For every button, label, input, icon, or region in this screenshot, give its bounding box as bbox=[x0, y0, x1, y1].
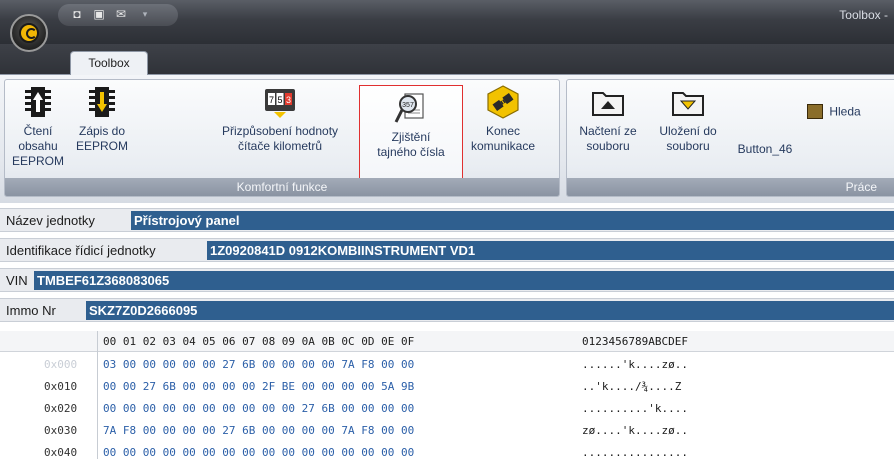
write-eeprom-button[interactable]: Zápis do EEPROM bbox=[71, 84, 133, 174]
chip-read-icon bbox=[25, 87, 51, 117]
hex-viewer[interactable]: 00 01 02 03 04 05 06 07 08 09 0A 0B 0C 0… bbox=[0, 331, 894, 459]
immo-row: Immo Nr SKZ7Z0D2666095 bbox=[0, 298, 894, 322]
hex-header-bytes: 00 01 02 03 04 05 06 07 08 09 0A 0B 0C 0… bbox=[103, 335, 415, 348]
window-title: Toolbox - bbox=[839, 8, 888, 22]
hex-row-bytes[interactable]: 7A F8 00 00 00 00 27 6B 00 00 00 00 7A F… bbox=[103, 424, 414, 437]
load-from-file-label-1: Načtení ze bbox=[579, 124, 637, 138]
svg-text:5: 5 bbox=[277, 95, 282, 105]
svg-text:3: 3 bbox=[286, 95, 291, 105]
ecu-id-row: Identifikace řídicí jednotky 1Z0920841D … bbox=[0, 238, 894, 262]
mail-icon[interactable]: ✉ bbox=[114, 8, 128, 21]
write-eeprom-label-2: EEPROM bbox=[75, 139, 128, 153]
group-komfortni-funkce: Čtení obsahu EEPROM Zápis do EEPROM 7 5 … bbox=[4, 79, 560, 197]
search-button[interactable]: Hleda bbox=[807, 104, 894, 124]
odometer-icon: 7 5 3 bbox=[265, 89, 295, 118]
folder-open-icon bbox=[592, 92, 624, 116]
hex-row-address: 0x020 bbox=[44, 402, 78, 415]
button-46-label: Button_46 bbox=[737, 142, 793, 156]
read-eeprom-button[interactable]: Čtení obsahu EEPROM bbox=[7, 84, 69, 174]
search-label: Hleda bbox=[829, 104, 861, 119]
svg-text:357: 357 bbox=[402, 102, 414, 109]
ecu-id-value: 1Z0920841D 0912KOMBIINSTRUMENT VD1 bbox=[207, 241, 894, 260]
vin-value: TMBEF61Z368083065 bbox=[34, 271, 894, 290]
group-label-prace: Práce bbox=[567, 178, 894, 196]
unit-name-row: Název jednotky Přístrojový panel bbox=[0, 208, 894, 232]
immo-value: SKZ7Z0D2666095 bbox=[86, 301, 894, 320]
chip-write-icon bbox=[89, 87, 115, 117]
find-secret-number-button[interactable]: 357 Zjištění tajného čísla bbox=[359, 85, 463, 179]
hex-row-address: 0x010 bbox=[44, 380, 78, 393]
read-eeprom-label-2: EEPROM bbox=[11, 154, 64, 168]
read-eeprom-label-1: Čtení obsahu bbox=[18, 124, 58, 153]
adjust-odometer-label-2: čítače kilometrů bbox=[237, 139, 323, 153]
save-to-file-button[interactable]: Uložení do souboru bbox=[649, 84, 727, 174]
app-logo-icon bbox=[19, 23, 39, 43]
hex-row-address: 0x040 bbox=[44, 446, 78, 459]
load-from-file-label-2: souboru bbox=[586, 139, 630, 153]
application-menu-button[interactable] bbox=[10, 14, 48, 52]
tab-toolbox[interactable]: Toolbox bbox=[70, 51, 148, 75]
group-prace: Načtení ze souboru Uložení do souboru Bu… bbox=[566, 79, 894, 197]
camera-icon[interactable]: ◘ bbox=[70, 8, 84, 21]
end-communication-label-2: komunikace bbox=[470, 139, 536, 153]
disconnect-icon bbox=[487, 85, 519, 119]
adjust-odometer-button[interactable]: 7 5 3 Přizpůsobení hodnoty čítače kilome… bbox=[205, 84, 355, 174]
binoculars-icon bbox=[807, 104, 823, 120]
hex-row-ascii: zø....'k....zø.. bbox=[582, 424, 688, 437]
ribbon: Čtení obsahu EEPROM Zápis do EEPROM 7 5 … bbox=[0, 74, 894, 203]
hex-row-ascii: ..'k..../¾....Z bbox=[582, 380, 682, 393]
hex-row-ascii: ..........'k.... bbox=[582, 402, 688, 415]
find-secret-number-label-1: Zjištění bbox=[391, 130, 431, 144]
unit-name-label: Název jednotky bbox=[6, 213, 95, 228]
vin-label: VIN bbox=[6, 273, 28, 288]
immo-label: Immo Nr bbox=[6, 303, 56, 318]
hex-row-address: 0x030 bbox=[44, 424, 78, 437]
hex-row-bytes[interactable]: 00 00 00 00 00 00 00 00 00 00 27 6B 00 0… bbox=[103, 402, 414, 415]
svg-text:7: 7 bbox=[269, 95, 274, 105]
hex-row-ascii: ................ bbox=[582, 446, 688, 459]
group-label-komfortni-funkce: Komfortní funkce bbox=[5, 178, 559, 196]
save-disk-icon[interactable]: ▣ bbox=[92, 8, 106, 21]
customize-toolbar-icon[interactable]: ▾ bbox=[138, 8, 152, 21]
folder-save-icon bbox=[672, 92, 704, 116]
hex-row-ascii: ......'k....zø.. bbox=[582, 358, 688, 371]
hex-address-separator bbox=[97, 331, 98, 459]
hex-row-bytes[interactable]: 00 00 27 6B 00 00 00 00 2F BE 00 00 00 0… bbox=[103, 380, 414, 393]
end-communication-label-1: Konec bbox=[485, 124, 521, 138]
save-to-file-label-2: souboru bbox=[666, 139, 710, 153]
hex-header-ascii: 0123456789ABCDEF bbox=[582, 335, 688, 348]
quick-access-toolbar: ◘ ▣ ✉ ▾ bbox=[58, 4, 178, 26]
save-to-file-label-1: Uložení do bbox=[659, 124, 717, 138]
ecu-id-label: Identifikace řídicí jednotky bbox=[6, 243, 156, 258]
secret-magnifier-icon: 357 bbox=[394, 93, 424, 123]
adjust-odometer-label-1: Přizpůsobení hodnoty bbox=[221, 124, 339, 138]
hex-row-bytes[interactable]: 03 00 00 00 00 00 27 6B 00 00 00 00 7A F… bbox=[103, 358, 414, 371]
load-from-file-button[interactable]: Načtení ze souboru bbox=[571, 84, 645, 174]
hex-row-bytes[interactable]: 00 00 00 00 00 00 00 00 00 00 00 00 00 0… bbox=[103, 446, 414, 459]
unit-name-value: Přístrojový panel bbox=[131, 211, 894, 230]
end-communication-button[interactable]: Konec komunikace bbox=[465, 84, 541, 174]
vin-row: VIN TMBEF61Z368083065 bbox=[0, 268, 894, 292]
write-eeprom-label-1: Zápis do bbox=[78, 124, 126, 138]
find-secret-number-label-2: tajného čísla bbox=[377, 145, 445, 159]
hex-header: 00 01 02 03 04 05 06 07 08 09 0A 0B 0C 0… bbox=[0, 331, 894, 352]
hex-row-address: 0x000 bbox=[44, 358, 78, 371]
button-46[interactable]: Button_46 bbox=[733, 142, 797, 160]
